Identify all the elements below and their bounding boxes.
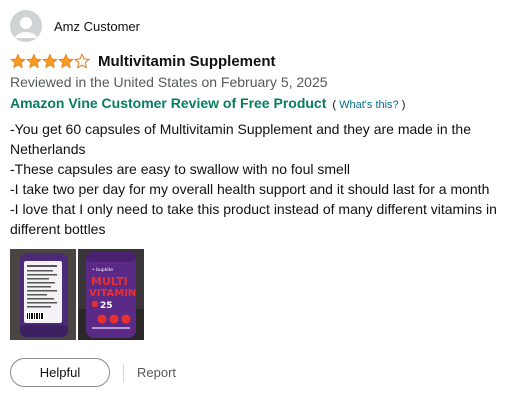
- review-title-row: Multivitamin Supplement: [10, 50, 510, 72]
- star-full-icon: [58, 53, 74, 69]
- review-image-thumbnail[interactable]: [10, 249, 76, 340]
- bottle-front-photo: • bupkite MULTI VITAMIN 25: [78, 249, 144, 340]
- whats-this-link[interactable]: What's this?: [339, 99, 399, 111]
- review-images: • bupkite MULTI VITAMIN 25: [10, 249, 510, 340]
- vine-label: Amazon Vine Customer Review of Free Prod…: [10, 95, 327, 111]
- reviewer-profile[interactable]: Amz Customer: [10, 10, 510, 42]
- star-rating[interactable]: [10, 53, 90, 69]
- review-date: Reviewed in the United States on Februar…: [10, 74, 328, 90]
- bottle-multi-text: MULTI: [91, 275, 128, 288]
- report-link[interactable]: Report: [137, 365, 176, 380]
- paren-open: (: [332, 99, 337, 111]
- bottle-back-photo: [10, 249, 76, 340]
- customer-review: Amz Customer Multivitamin Supplement Rev…: [10, 10, 510, 387]
- review-body-line: -These capsules are easy to swallow with…: [10, 161, 351, 177]
- review-body-line: -I take two per day for my overall healt…: [10, 181, 490, 197]
- review-actions: Helpful Report: [10, 358, 510, 387]
- star-empty-icon: [74, 53, 90, 69]
- paren-close: ): [401, 99, 406, 111]
- review-body-line: -You get 60 capsules of Multivitamin Sup…: [10, 121, 471, 157]
- star-full-icon: [26, 53, 42, 69]
- star-full-icon: [10, 53, 26, 69]
- avatar: [10, 10, 42, 42]
- vine-badge-row: Amazon Vine Customer Review of Free Prod…: [10, 95, 510, 115]
- review-image-thumbnail[interactable]: • bupkite MULTI VITAMIN 25: [78, 249, 144, 340]
- review-title[interactable]: Multivitamin Supplement: [98, 53, 276, 70]
- helpful-button[interactable]: Helpful: [10, 358, 110, 387]
- reviewer-name[interactable]: Amz Customer: [54, 19, 140, 34]
- star-full-icon: [42, 53, 58, 69]
- whats-this-wrapper: ( What's this? ): [332, 99, 405, 111]
- review-body-line: -I love that I only need to take this pr…: [10, 201, 497, 237]
- bottle-vitamin-text: VITAMIN: [89, 288, 136, 299]
- bottle-brand-text: • bupkite: [92, 267, 113, 273]
- actions-divider: [123, 363, 124, 382]
- bottle-number-text: 25: [100, 301, 113, 311]
- person-icon: [10, 10, 42, 42]
- review-body: -You get 60 capsules of Multivitamin Sup…: [10, 119, 510, 239]
